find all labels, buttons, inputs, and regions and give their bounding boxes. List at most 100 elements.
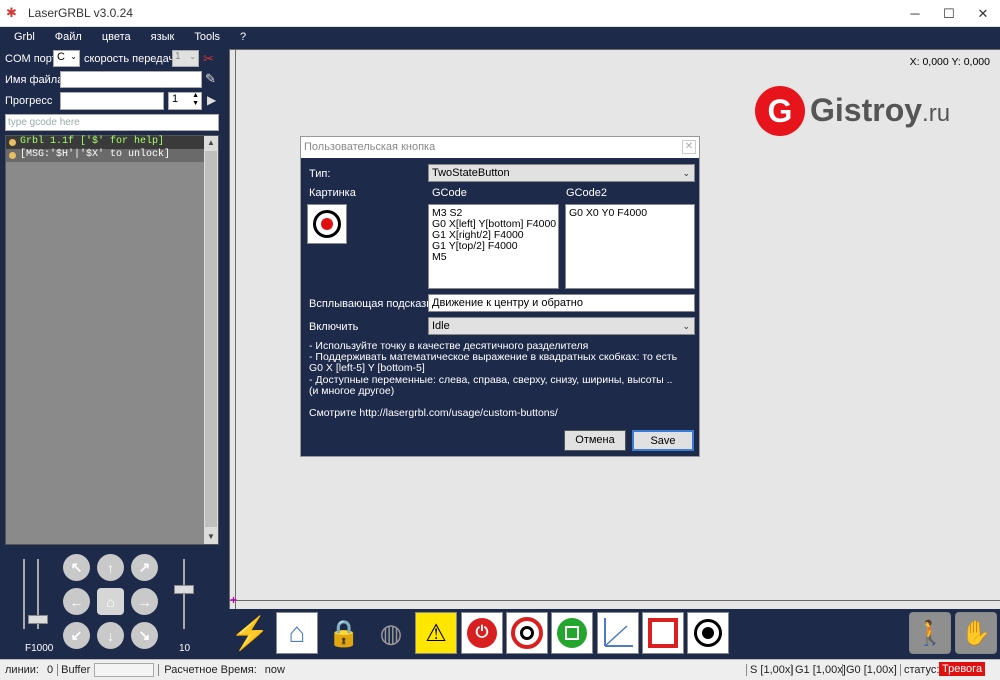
axes-icon[interactable] xyxy=(597,612,639,654)
g0-override[interactable]: G0 [1,00x] xyxy=(842,664,901,676)
jog-up-left-icon[interactable]: ↖ xyxy=(63,554,90,581)
window-title: LaserGRBL v3.0.24 xyxy=(28,6,133,20)
brand-logo-icon: G xyxy=(755,86,805,136)
open-file-icon[interactable]: ✎ xyxy=(205,71,216,87)
custom-button-dialog: Пользовательская кнопка ✕ Тип: TwoStateB… xyxy=(300,136,700,457)
file-name-field[interactable] xyxy=(60,71,202,88)
jog-down-right-icon[interactable]: ↘ xyxy=(131,622,158,649)
info-icon xyxy=(9,152,16,159)
scroll-up-icon[interactable]: ▲ xyxy=(204,136,218,150)
step-slider-thumb[interactable] xyxy=(174,585,194,594)
help-note: G0 X [left-5] Y [bottom-5] xyxy=(309,362,425,374)
step-slider[interactable] xyxy=(174,559,194,629)
scroll-down-icon[interactable]: ▼ xyxy=(204,530,218,544)
close-icon[interactable]: ✕ xyxy=(966,0,1000,27)
resize-icon[interactable] xyxy=(642,612,684,654)
jog-right-icon[interactable]: → xyxy=(131,588,158,615)
estimated-time-value: now xyxy=(264,664,285,676)
menu-file[interactable]: Файл xyxy=(55,31,82,43)
console-scrollbar[interactable]: ▲ ▼ xyxy=(204,136,218,544)
walk-icon[interactable]: 🚶 xyxy=(909,612,951,654)
home-icon[interactable]: ⌂ xyxy=(276,612,318,654)
chevron-down-icon: ⌄ xyxy=(682,321,690,331)
connect-icon[interactable]: ✂ xyxy=(203,51,219,67)
jog-up-right-icon[interactable]: ↗ xyxy=(131,554,158,581)
y-axis-line xyxy=(235,50,236,610)
gcode-textarea[interactable]: M3 S2 G0 X[left] Y[bottom] F4000 G1 X[ri… xyxy=(428,204,559,289)
jog-left-icon[interactable]: ← xyxy=(63,588,90,615)
brand-name: Gistroy.ru xyxy=(810,92,951,128)
menu-language[interactable]: язык xyxy=(151,31,175,43)
feed-slider[interactable] xyxy=(23,559,48,629)
origin-marker-icon: + xyxy=(230,593,238,607)
tooltip-input[interactable]: Движение к центру и обратно xyxy=(428,294,695,312)
gcode-input[interactable]: type gcode here xyxy=(5,114,219,131)
console-line: [MSG:'$H'|'$X' to unlock] xyxy=(6,149,218,162)
com-port-select[interactable]: C ⌄ xyxy=(53,50,80,67)
bottom-toolbar: ⚡ ⌂ 🔒 ◍ ⚠ ⏻ 🚶 ✋ xyxy=(229,609,1000,659)
stop-hand-icon[interactable]: ✋ xyxy=(955,612,997,654)
maximize-icon[interactable]: ☐ xyxy=(932,0,966,27)
step-label: 10 xyxy=(179,643,191,654)
lines-label: линии: xyxy=(5,664,39,676)
progress-bar xyxy=(60,92,164,110)
progress-label: Прогресс xyxy=(5,95,53,107)
baud-rate-label: скорость передачи xyxy=(84,53,181,65)
enable-label: Включить xyxy=(309,321,359,333)
gcode2-textarea[interactable]: G0 X0 Y0 F4000 xyxy=(565,204,695,289)
left-panel: COM порт C ⌄ скорость передачи 1 ⌄ ✂ Имя ф… xyxy=(0,47,224,657)
menu-tools[interactable]: Tools xyxy=(194,31,220,43)
target-icon[interactable] xyxy=(506,612,548,654)
power-icon[interactable]: ⏻ xyxy=(461,612,503,654)
cancel-button[interactable]: Отмена xyxy=(564,430,626,451)
frame-icon[interactable] xyxy=(551,612,593,654)
type-select[interactable]: TwoStateButton ⌄ xyxy=(428,164,695,182)
dialog-title-bar: Пользовательская кнопка ✕ xyxy=(301,137,699,158)
jog-down-left-icon[interactable]: ↙ xyxy=(63,622,90,649)
g1-override[interactable]: G1 [1,00x] xyxy=(791,664,846,676)
baud-rate-select[interactable]: 1 ⌄ xyxy=(172,50,199,67)
title-bar: ✱ LaserGRBL v3.0.24 ─ ☐ ✕ xyxy=(0,0,1000,27)
feed-slider-thumb[interactable] xyxy=(28,615,48,624)
run-icon[interactable]: ▶ xyxy=(207,93,216,107)
repeat-count-stepper[interactable]: 1 ▲ ▼ xyxy=(168,92,202,110)
jog-up-icon[interactable]: ↑ xyxy=(97,554,124,581)
laser-warning-icon[interactable]: ⚠ xyxy=(415,612,457,654)
s-override[interactable]: S [1,00x] xyxy=(746,664,793,676)
image-label: Картинка xyxy=(309,187,356,199)
lightning-icon[interactable]: ⚡ xyxy=(229,612,271,654)
jog-home-icon[interactable]: ⌂ xyxy=(97,588,124,615)
menu-grbl[interactable]: Grbl xyxy=(14,31,35,43)
save-button[interactable]: Save xyxy=(632,430,694,451)
dialog-close-icon[interactable]: ✕ xyxy=(682,140,696,154)
jog-down-icon[interactable]: ↓ xyxy=(97,622,124,649)
help-note: (и многое другое) xyxy=(309,385,395,397)
lock-icon[interactable]: 🔒 xyxy=(323,612,365,654)
globe-icon[interactable]: ◍ xyxy=(370,612,412,654)
enable-select[interactable]: Idle ⌄ xyxy=(428,317,695,335)
menu-colors[interactable]: цвета xyxy=(102,31,131,43)
gcode2-label: GCode2 xyxy=(566,187,607,199)
menu-help[interactable]: ? xyxy=(240,31,246,43)
help-link[interactable]: Смотрите http://lasergrbl.com/usage/cust… xyxy=(309,407,558,420)
coordinates-readout: X: 0,000 Y: 0,000 xyxy=(909,56,990,68)
scroll-thumb[interactable] xyxy=(205,151,217,527)
status-badge: Тревога xyxy=(939,662,986,676)
gcode-label: GCode xyxy=(432,187,467,199)
app-icon: ✱ xyxy=(6,5,17,20)
record-icon xyxy=(313,210,341,238)
type-label: Тип: xyxy=(309,168,331,180)
button-image-picker[interactable] xyxy=(307,204,347,244)
status-bar: линии: 0 Buffer Расчетное Время: now S [… xyxy=(0,659,1000,680)
estimated-time-label: Расчетное Время: xyxy=(158,664,257,676)
brand-logo: G Gistroy.ru xyxy=(755,86,985,138)
tooltip-label: Всплывающая подсказка xyxy=(309,298,438,310)
status-label: статус: xyxy=(904,664,940,676)
x-axis-line xyxy=(230,600,1000,601)
menu-bar: Grbl Файл цвета язык Tools ? xyxy=(0,27,1000,47)
record-icon[interactable] xyxy=(687,612,729,654)
chevron-down-icon: ⌄ xyxy=(682,168,690,178)
minimize-icon[interactable]: ─ xyxy=(898,0,932,27)
feed-label: F1000 xyxy=(25,643,54,654)
file-name-label: Имя файла xyxy=(5,74,64,86)
